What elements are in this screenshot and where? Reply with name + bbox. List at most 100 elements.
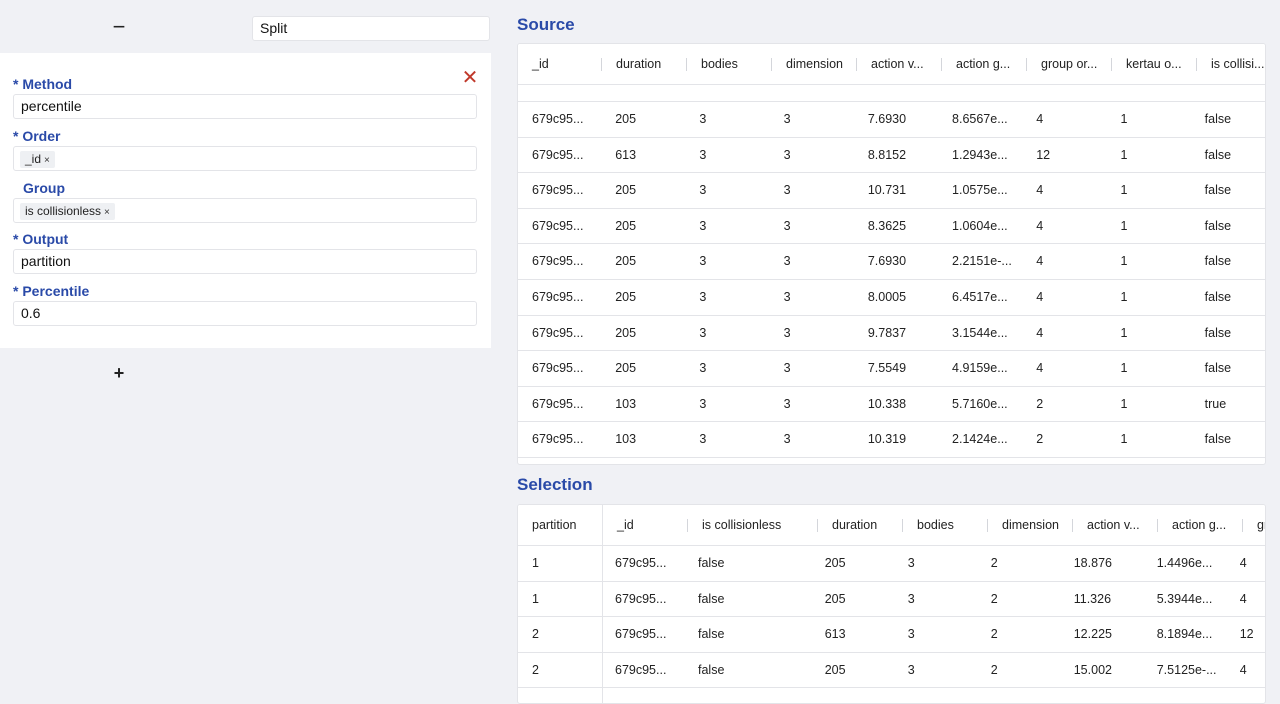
source-column-header[interactable]: action v... bbox=[857, 44, 942, 85]
table-cell: 8.3625 bbox=[867, 218, 907, 233]
table-row[interactable]: 679c95... 205 3 3 7.5549 4.9159e... 4 1 false bbox=[518, 351, 1265, 387]
source-table-body[interactable]: 679c95...205339.85557.2285e...41false679… bbox=[518, 71, 1265, 458]
table-cell: 679c95... bbox=[532, 325, 584, 340]
table-cell: 3 bbox=[699, 396, 707, 411]
transform-header: − Split bbox=[0, 0, 491, 55]
table-cell: 1 bbox=[1120, 325, 1128, 340]
table-cell: 679c95... bbox=[532, 254, 584, 269]
source-column-header[interactable]: dimension bbox=[772, 44, 857, 85]
selection-column-header[interactable]: duration bbox=[818, 505, 903, 546]
table-cell: 4.9159e... bbox=[952, 361, 1008, 376]
table-cell: false bbox=[1204, 432, 1232, 447]
table-row[interactable]: 679c95... 103 3 3 10.338 5.7160e... 2 1 true bbox=[518, 387, 1265, 423]
source-column-header[interactable]: is collisi... bbox=[1197, 44, 1265, 85]
table-row[interactable]: 679c95... 205 3 3 8.3625 1.0604e... 4 1 false bbox=[518, 209, 1265, 245]
table-cell: 3.1544e... bbox=[952, 325, 1008, 340]
table-cell: 3 bbox=[699, 147, 707, 162]
table-cell: 1 bbox=[1120, 147, 1128, 162]
table-cell: 205 bbox=[615, 254, 637, 269]
order-tag: _id × bbox=[20, 151, 55, 168]
table-cell: 3 bbox=[699, 183, 707, 198]
table-cell: 205 bbox=[824, 556, 846, 570]
table-cell: false bbox=[1204, 254, 1232, 269]
selection-column-header[interactable]: is collisionless bbox=[688, 505, 818, 546]
table-row[interactable]: 2 679c95... false 613 3 2 12.225 8.1894e... 12 bbox=[518, 617, 1265, 653]
table-row[interactable]: 1 679c95... false 205 3 2 18.876 1.4496e... 4 bbox=[518, 546, 1265, 582]
table-cell: 1.2943e... bbox=[952, 147, 1008, 162]
table-cell: 7.5125e-... bbox=[1156, 662, 1217, 677]
transform-name-field[interactable]: Split bbox=[252, 16, 490, 41]
percentile-input[interactable]: 0.6 bbox=[13, 301, 477, 326]
table-row[interactable]: 1 679c95... false 205 3 2 11.326 5.3944e... 4 bbox=[518, 582, 1265, 618]
table-cell: 10.731 bbox=[867, 183, 907, 198]
selection-column-header[interactable]: gr bbox=[1243, 505, 1265, 546]
selection-title: Selection bbox=[517, 475, 593, 494]
source-column-header[interactable]: kertau o... bbox=[1112, 44, 1197, 85]
group-tag: is collisionless × bbox=[20, 203, 115, 220]
selection-column-header[interactable]: action g... bbox=[1158, 505, 1243, 546]
table-cell: 3 bbox=[907, 662, 915, 677]
table-cell: 613 bbox=[824, 627, 846, 642]
table-cell: 3 bbox=[699, 289, 707, 304]
table-row[interactable]: 679c95... 205 3 3 8.0005 6.4517e... 4 1 false bbox=[518, 280, 1265, 316]
table-cell: 1 bbox=[1120, 112, 1128, 126]
table-row[interactable]: 679c95... 205 3 3 9.7837 3.1544e... 4 1 false bbox=[518, 316, 1265, 352]
selection-column-header[interactable]: partition bbox=[518, 505, 603, 546]
table-cell: 1 bbox=[1120, 183, 1128, 198]
selection-column-header[interactable]: dimension bbox=[988, 505, 1073, 546]
selection-column-header[interactable]: bodies bbox=[903, 505, 988, 546]
selection-table-body[interactable]: 1 679c95... false 205 3 2 18.876 1.4496e... 4 1 67… bbox=[518, 546, 1265, 689]
table-row[interactable]: 2 679c95... false 205 3 2 15.002 7.5125e-... 4 bbox=[518, 653, 1265, 689]
table-cell: 8.8152 bbox=[867, 147, 907, 162]
output-input[interactable]: partition bbox=[13, 249, 477, 274]
table-cell: 8.6567e... bbox=[952, 112, 1008, 126]
table-cell: false bbox=[1204, 183, 1232, 198]
table-row[interactable]: 679c95... 103 3 3 10.319 2.1424e... 2 1 false bbox=[518, 422, 1265, 458]
table-cell: 2.1424e... bbox=[952, 432, 1008, 447]
table-cell: 2 bbox=[532, 627, 539, 642]
source-column-header[interactable]: bodies bbox=[687, 44, 772, 85]
table-cell: 2 bbox=[990, 627, 998, 642]
table-cell: 3 bbox=[907, 627, 915, 642]
source-column-header[interactable]: _id bbox=[518, 44, 602, 85]
table-row[interactable]: 679c95... 205 3 3 7.6930 8.6567e... 4 1 false bbox=[518, 102, 1265, 138]
table-cell: 4 bbox=[1239, 591, 1247, 606]
source-column-header[interactable]: action g... bbox=[942, 44, 1027, 85]
table-cell: 3 bbox=[699, 218, 707, 233]
table-cell: 4 bbox=[1239, 662, 1247, 677]
table-row[interactable]: 679c95... 613 3 3 8.8152 1.2943e... 12 1 false bbox=[518, 138, 1265, 174]
split-form: ✕ * Method percentile * Order _id × Group… bbox=[0, 53, 491, 348]
table-cell: 7.6930 bbox=[867, 112, 907, 126]
order-field[interactable]: _id × bbox=[13, 146, 477, 171]
selection-table[interactable]: partition _id is collisionless duration bodi… bbox=[517, 504, 1266, 704]
table-cell: 18.876 bbox=[1073, 556, 1112, 570]
group-field[interactable]: is collisionless × bbox=[13, 198, 477, 223]
selection-column-header[interactable]: _id bbox=[603, 505, 688, 546]
source-column-header[interactable]: group or... bbox=[1027, 44, 1112, 85]
table-cell: 3 bbox=[907, 556, 915, 570]
table-row[interactable]: 679c95... 205 3 3 10.731 1.0575e... 4 1 false bbox=[518, 173, 1265, 209]
table-cell: 5.7160e... bbox=[952, 396, 1008, 411]
source-column-header[interactable]: duration bbox=[602, 44, 687, 85]
table-cell: 3 bbox=[783, 361, 791, 376]
collapse-button[interactable]: − bbox=[108, 14, 130, 40]
table-row[interactable]: 679c95... 205 3 3 7.6930 2.2151e-... 4 1 false bbox=[518, 244, 1265, 280]
table-cell: 4 bbox=[1036, 325, 1044, 340]
table-cell: 679c95... bbox=[532, 396, 584, 411]
method-select[interactable]: percentile bbox=[13, 94, 477, 119]
table-cell: 679c95... bbox=[615, 662, 667, 677]
table-cell: 4 bbox=[1239, 556, 1247, 570]
add-transform-button[interactable]: + bbox=[108, 360, 130, 386]
remove-tag-icon[interactable]: × bbox=[44, 155, 50, 166]
table-cell: 3 bbox=[783, 325, 791, 340]
selection-column-header[interactable]: action v... bbox=[1073, 505, 1158, 546]
table-cell: 4 bbox=[1036, 218, 1044, 233]
table-cell: 1 bbox=[532, 591, 539, 606]
table-cell: 6.4517e... bbox=[952, 289, 1008, 304]
table-cell: 3 bbox=[699, 254, 707, 269]
source-table[interactable]: _id duration bodies dimension action v... act… bbox=[517, 43, 1266, 465]
close-icon[interactable]: ✕ bbox=[460, 68, 480, 88]
remove-tag-icon[interactable]: × bbox=[104, 207, 110, 218]
table-cell: 205 bbox=[615, 112, 637, 126]
table-cell: false bbox=[1204, 361, 1232, 376]
